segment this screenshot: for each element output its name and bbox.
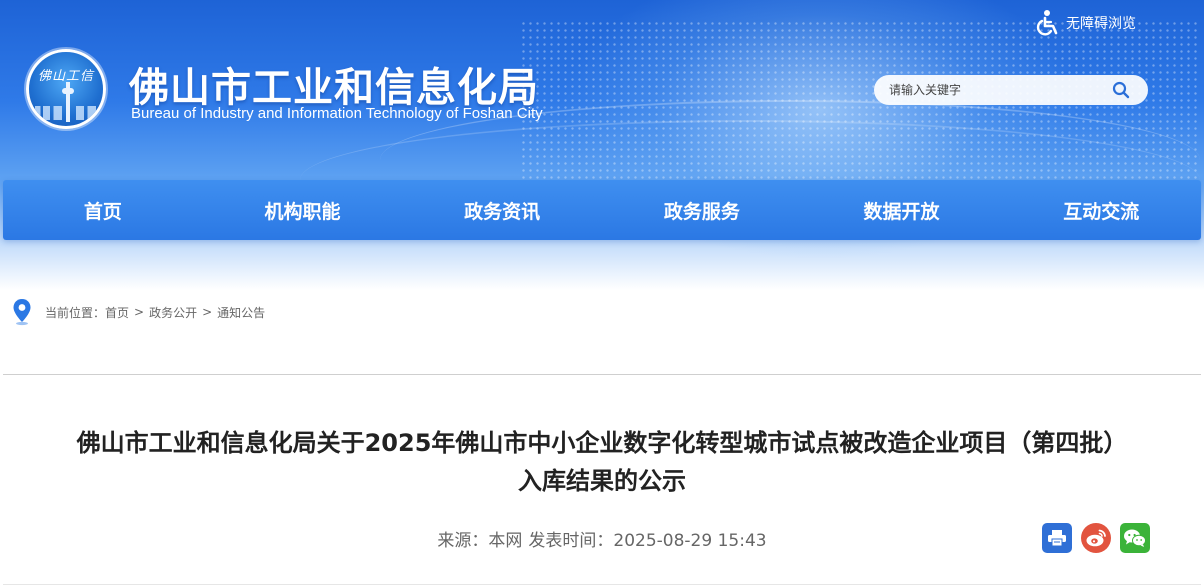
search-input[interactable] xyxy=(874,75,1099,105)
wheelchair-icon xyxy=(1036,10,1058,36)
search-icon[interactable] xyxy=(1111,80,1131,100)
article-title-line: 入库结果的公示 xyxy=(518,467,686,495)
breadcrumb-home[interactable]: 首页 xyxy=(105,304,129,321)
weibo-icon xyxy=(1086,529,1106,547)
wechat-share-button[interactable] xyxy=(1120,523,1150,553)
main-nav: 首页 机构职能 政务资讯 政务服务 数据开放 互动交流 xyxy=(3,180,1201,240)
site-subtitle: Bureau of Industry and Information Techn… xyxy=(131,105,543,122)
breadcrumb-separator: > xyxy=(134,305,145,319)
nav-item-home[interactable]: 首页 xyxy=(3,180,203,240)
nav-item-interaction[interactable]: 互动交流 xyxy=(1001,180,1201,240)
article-source: 来源：本网 xyxy=(437,531,523,551)
wechat-icon xyxy=(1124,529,1146,547)
breadcrumb-prefix: 当前位置： xyxy=(45,305,106,320)
weibo-share-button[interactable] xyxy=(1081,523,1111,553)
breadcrumb-notices[interactable]: 通知公告 xyxy=(217,304,265,321)
article-published-time: 发表时间：2025-08-29 15:43 xyxy=(528,531,767,551)
nav-item-services[interactable]: 政务服务 xyxy=(602,180,802,240)
nav-item-news[interactable]: 政务资讯 xyxy=(402,180,602,240)
breadcrumb-gov-affairs[interactable]: 政务公开 xyxy=(149,304,197,321)
content-divider xyxy=(3,374,1201,375)
breadcrumb-separator: > xyxy=(202,305,213,319)
share-bar xyxy=(1042,523,1150,553)
location-pin-icon xyxy=(13,299,31,326)
accessibility-label: 无障碍浏览 xyxy=(1066,16,1136,32)
print-button[interactable] xyxy=(1042,523,1072,553)
logo-skyline-icon xyxy=(35,106,103,120)
article-title-line: 佛山市工业和信息化局关于2025年佛山市中小企业数字化转型城市试点被改造企业项目… xyxy=(76,429,1128,457)
nav-item-open-data[interactable]: 数据开放 xyxy=(802,180,1002,240)
print-icon xyxy=(1048,530,1066,547)
breadcrumb: 当前位置： 首页 > 政务公开 > 通知公告 xyxy=(12,296,265,328)
header-banner: 佛山工信 佛山市工业和信息化局 Bureau of Industry and I… xyxy=(0,0,1204,290)
site-logo[interactable]: 佛山工信 xyxy=(26,49,106,129)
nav-item-institution[interactable]: 机构职能 xyxy=(203,180,403,240)
article-title: 佛山市工业和信息化局关于2025年佛山市中小企业数字化转型城市试点被改造企业项目… xyxy=(20,424,1184,500)
search-box xyxy=(874,75,1148,105)
article-meta: 来源：本网 发表时间：2025-08-29 15:43 xyxy=(0,526,1204,551)
accessibility-link[interactable]: 无障碍浏览 xyxy=(1034,9,1136,37)
bottom-divider xyxy=(3,584,1201,585)
